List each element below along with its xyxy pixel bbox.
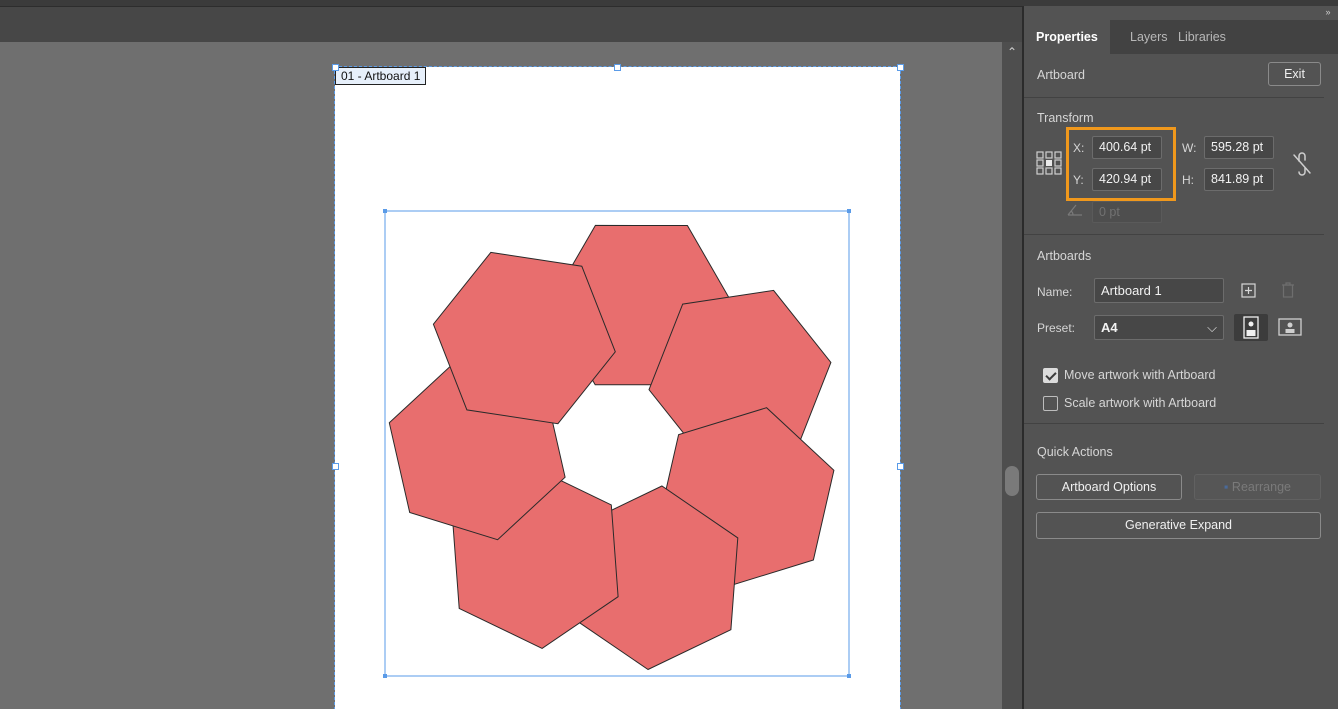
h-label: H: [1182,173,1194,187]
move-artwork-checkbox[interactable] [1043,368,1058,383]
divider [1024,97,1324,98]
transform-title: Transform [1037,111,1094,125]
move-artwork-label[interactable]: Move artwork with Artboard [1064,368,1215,382]
w-label: W: [1182,141,1197,155]
artboard-name-field[interactable]: Artboard 1 [1094,278,1224,303]
reference-point-icon[interactable] [1036,151,1062,175]
selection-handle-tr[interactable] [847,209,851,213]
rearrange-button: ▪ Rearrange [1194,474,1321,500]
selection-handle-tl[interactable] [383,209,387,213]
scrollbar-thumb[interactable] [1005,466,1019,496]
divider [1024,234,1324,235]
portrait-orientation-icon[interactable] [1234,314,1268,341]
quick-actions-title: Quick Actions [1037,445,1113,459]
selection-handle-br[interactable] [847,674,851,678]
rearrange-label: Rearrange [1231,480,1291,494]
rearrange-icon: ▪ [1224,480,1229,494]
constrain-proportions-icon[interactable] [1292,152,1312,176]
generative-expand-button[interactable]: Generative Expand [1036,512,1321,539]
tab-libraries[interactable]: Libraries [1166,20,1238,54]
exit-button[interactable]: Exit [1268,62,1321,86]
vertical-scrollbar[interactable] [1002,42,1022,709]
chevron-down-icon: ⌵ [1207,320,1217,335]
rotate-field: 0 pt [1092,201,1162,223]
hexagon-group[interactable] [388,224,835,671]
new-artboard-icon[interactable] [1241,283,1256,298]
artboards-title: Artboards [1037,249,1092,263]
selection-handle-bl[interactable] [383,674,387,678]
artboard-options-button[interactable]: Artboard Options [1036,474,1182,500]
divider [1024,423,1324,424]
height-field[interactable]: 841.89 pt [1204,168,1274,191]
preset-value: A4 [1101,320,1118,335]
scale-artwork-label[interactable]: Scale artwork with Artboard [1064,396,1216,410]
scale-artwork-checkbox[interactable] [1043,396,1058,411]
preset-label: Preset: [1037,321,1076,335]
rotate-angle-icon [1067,204,1082,216]
tab-properties[interactable]: Properties [1024,20,1110,54]
delete-artboard-icon [1282,282,1294,298]
section-title-artboard: Artboard [1037,68,1085,82]
name-label: Name: [1037,285,1073,299]
preset-dropdown[interactable]: A4 ⌵ [1094,315,1224,340]
xy-highlight-box [1066,127,1176,201]
landscape-orientation-icon[interactable] [1276,315,1304,339]
panel-tabs: Properties Layers Libraries [1024,20,1338,54]
scroll-up-icon[interactable]: ⌃ [1002,44,1022,60]
collapse-panels-icon[interactable]: » [1318,6,1338,18]
hexagon-flower-artwork[interactable] [0,0,1002,709]
width-field[interactable]: 595.28 pt [1204,136,1274,159]
